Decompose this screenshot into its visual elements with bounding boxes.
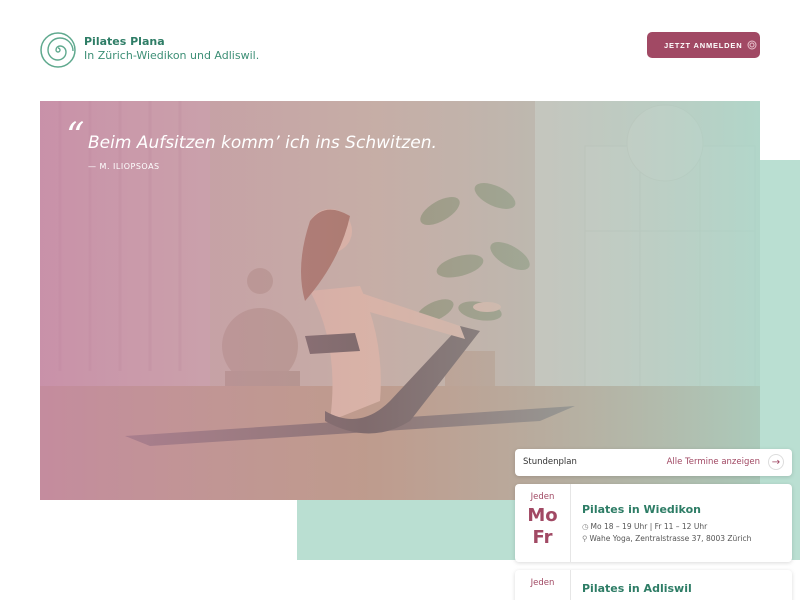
class-address: ⚲ Wahe Yoga, Zentralstrasse 37, 8003 Züri… [582,534,751,543]
day-friday: Fr [532,527,553,548]
hero-quote: Beim Aufsitzen komm’ ich ins Schwitzen. [88,133,437,153]
class-time-text: Mo 18 – 19 Uhr | Fr 11 – 12 Uhr [590,522,708,531]
day-monday: Mo [527,505,558,526]
site-header: Pilates Plana In Zürich-Wiedikon und Adl… [40,30,760,70]
arrow-right-icon[interactable]: → [768,454,784,470]
spiral-ring-icon [747,40,757,50]
hero-image: “ Beim Aufsitzen komm’ ich ins Schwitzen… [40,101,760,500]
map-pin-icon: ⚲ [582,534,588,543]
register-now-label: JETZT ANMELDEN [664,40,743,50]
show-all-dates-link[interactable]: Alle Termine anzeigen [667,457,760,467]
days-prefix: Jeden [530,492,555,502]
brand-tagline: In Zürich-Wiedikon und Adliswil. [84,49,260,62]
quote-mark-icon: “ [66,116,85,157]
schedule-header: Stundenplan Alle Termine anzeigen → [515,449,792,476]
class-address-text: Wahe Yoga, Zentralstrasse 37, 8003 Züric… [589,534,752,543]
schedule-title: Stundenplan [523,457,577,467]
brand-name[interactable]: Pilates Plana [84,35,165,48]
pilates-photo [40,101,760,500]
hero-quote-author: — M. ILIOPSOAS [88,162,160,171]
class-card-adliswil[interactable]: Jeden Pilates in Adliswil [515,570,792,600]
class-time: ◷ Mo 18 – 19 Uhr | Fr 11 – 12 Uhr [582,522,707,531]
class-title[interactable]: Pilates in Wiedikon [582,503,701,516]
spiral-logo-icon[interactable] [40,32,76,68]
clock-icon: ◷ [582,522,589,531]
class-days: Jeden [515,570,571,600]
class-days: Jeden Mo Fr [515,484,571,562]
class-card-wiedikon[interactable]: Jeden Mo Fr Pilates in Wiedikon ◷ Mo 18 –… [515,484,792,562]
days-prefix: Jeden [530,578,555,588]
register-now-button[interactable]: JETZT ANMELDEN [647,32,760,58]
class-title[interactable]: Pilates in Adliswil [582,582,692,595]
